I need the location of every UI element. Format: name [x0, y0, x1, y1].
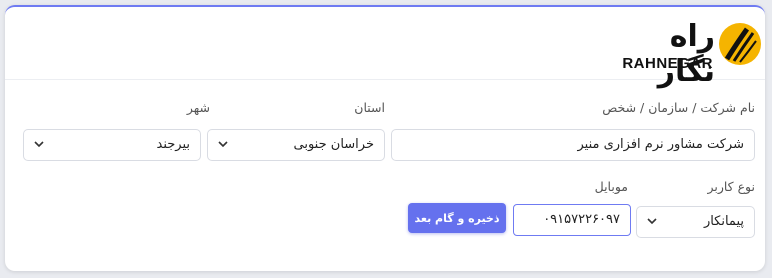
chevron-down-icon	[218, 141, 228, 148]
save-and-next-button[interactable]: ذخیره و گام بعد	[408, 203, 506, 233]
city-select[interactable]: بیرجند	[23, 129, 201, 161]
city-label: شهر	[186, 100, 210, 115]
company-input[interactable]: شرکت مشاور نرم افزاری منیر	[391, 129, 755, 161]
brand-name-en: RAHNEGAR	[622, 55, 713, 72]
province-select[interactable]: خراسان جنوبی	[207, 129, 385, 161]
chevron-down-icon	[647, 218, 657, 225]
mobile-value: ۰۹۱۵۷۲۲۶۰۹۷	[543, 212, 620, 227]
city-value: بیرجند	[156, 137, 191, 152]
mobile-input[interactable]: ۰۹۱۵۷۲۲۶۰۹۷	[513, 204, 631, 236]
user-type-label: نوع کاربر	[707, 179, 755, 194]
header: راه نگار RAHNEGAR	[5, 7, 765, 89]
province-value: خراسان جنوبی	[293, 137, 374, 152]
road-wheel-icon	[719, 23, 761, 65]
user-type-select[interactable]: پیمانکار	[636, 206, 755, 238]
user-type-value: پیمانکار	[703, 214, 744, 229]
brand-logo: راه نگار RAHNEGAR	[613, 19, 763, 89]
registration-card: راه نگار RAHNEGAR نام شرکت / سازمان / شخ…	[5, 5, 765, 271]
chevron-down-icon	[34, 141, 44, 148]
company-value: شرکت مشاور نرم افزاری منیر	[577, 137, 744, 152]
brand-name-fa: راه نگار	[657, 19, 715, 89]
mobile-label: موبایل	[594, 179, 628, 194]
province-label: استان	[354, 100, 385, 115]
company-label: نام شرکت / سازمان / شخص	[602, 100, 755, 115]
